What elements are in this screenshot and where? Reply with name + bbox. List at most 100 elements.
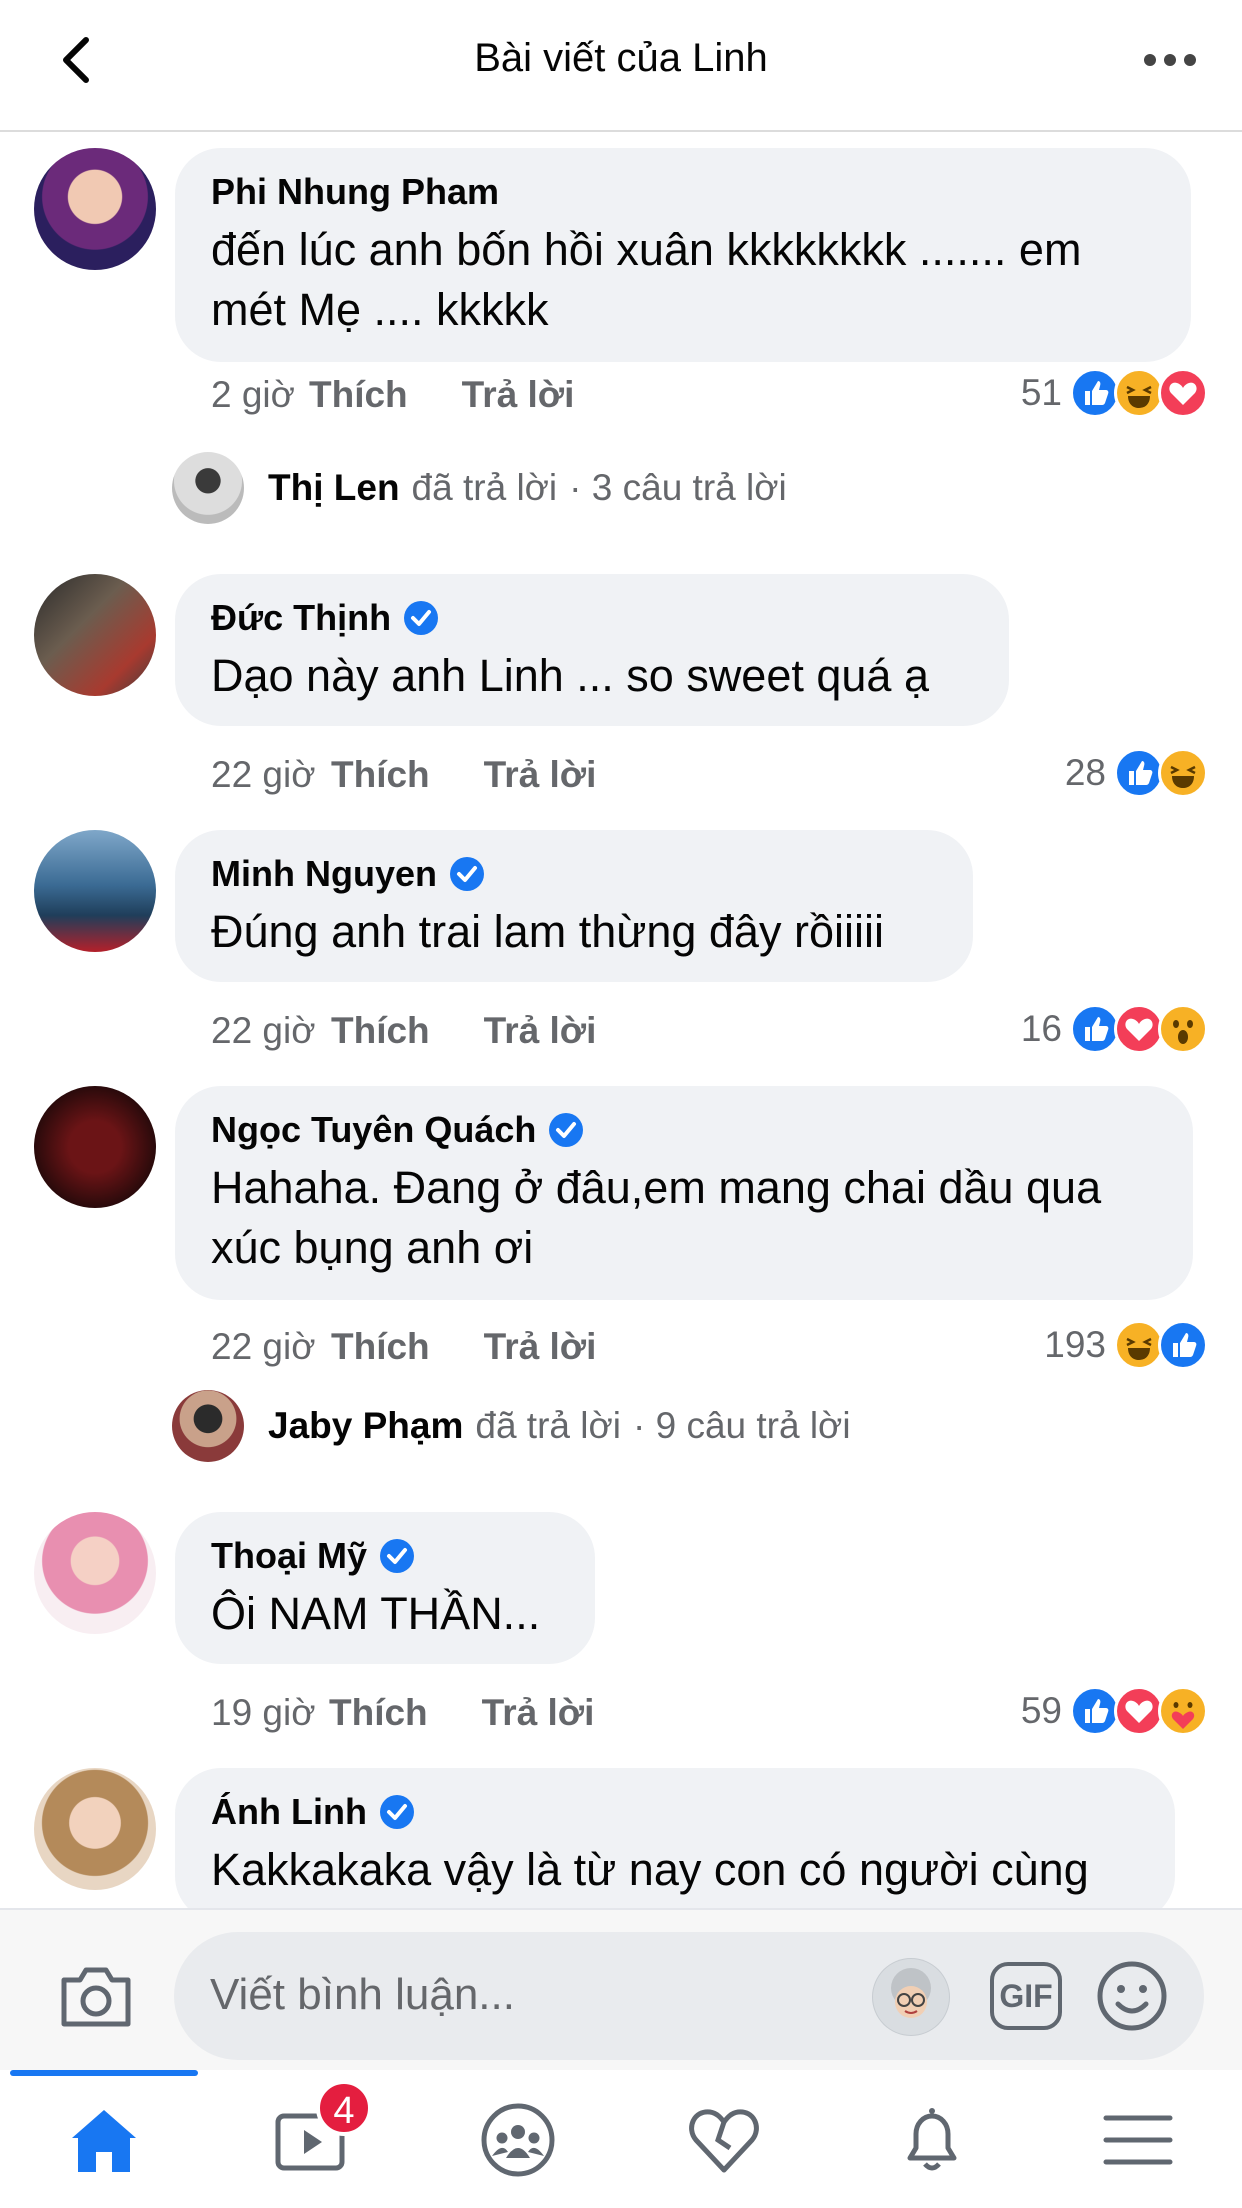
comment-author[interactable]: Thoại Mỹ — [211, 1534, 559, 1578]
like-icon — [1070, 1686, 1120, 1736]
reaction-summary[interactable]: 16 — [1021, 1004, 1208, 1054]
camera-button[interactable] — [56, 1962, 136, 2032]
comment-text: Ôi NAM THẦN... — [211, 1588, 541, 1639]
bottom-tab-bar: 4 — [0, 2070, 1242, 2208]
haha-icon — [1114, 1320, 1164, 1370]
comment-time: 2 giờ — [211, 374, 295, 415]
haha-icon — [1114, 368, 1164, 418]
comment-input-placeholder: Viết bình luận... — [210, 1970, 515, 2019]
like-icon — [1070, 368, 1120, 418]
camera-icon — [61, 1967, 131, 2027]
reply-count: · 9 câu trả lời — [632, 1405, 851, 1446]
reaction-count: 51 — [1020, 372, 1062, 413]
avatar-sticker-icon — [873, 1959, 949, 2035]
avatar[interactable] — [34, 830, 156, 952]
reply-action: đã trả lời — [411, 467, 558, 508]
comment-author[interactable]: Ánh Linh — [211, 1790, 1139, 1834]
reaction-count: 16 — [1020, 1008, 1062, 1049]
gif-button[interactable]: GIF — [990, 1962, 1062, 2030]
care-icon — [1158, 1686, 1208, 1736]
bell-icon — [907, 2108, 957, 2171]
love-icon — [1158, 368, 1208, 418]
reply-button[interactable]: Trả lời — [484, 1326, 597, 1368]
comment-text: Kakkakaka vậy là từ nay con có người cùn… — [211, 1844, 1089, 1895]
like-button[interactable]: Thích — [331, 754, 430, 796]
avatar-sticker-button[interactable] — [872, 1958, 950, 2036]
avatar[interactable] — [34, 1086, 156, 1208]
like-icon — [1158, 1320, 1208, 1370]
replies-summary[interactable]: Jaby Phạm đã trả lời · 9 câu trả lời — [172, 1390, 851, 1462]
comment-time: 22 giờ — [211, 1326, 316, 1367]
reply-button[interactable]: Trả lời — [462, 374, 575, 416]
reply-action: đã trả lời — [475, 1405, 621, 1446]
more-options-button[interactable] — [1140, 40, 1200, 80]
top-bar: Bài viết của Linh — [0, 0, 1242, 132]
verified-badge-icon — [449, 857, 484, 891]
comment-input[interactable]: Viết bình luận... GIF — [174, 1932, 1204, 2060]
comment-bubble[interactable]: Phi Nhung Pham đến lúc anh bốn hồi xuân … — [175, 148, 1191, 362]
comment-text: Hahaha. Đang ở đâu,em mang chai dầu qua … — [211, 1162, 1102, 1273]
page-title: Bài viết của Linh — [474, 36, 768, 80]
reply-author: Thị Len — [268, 467, 400, 508]
tab-groups[interactable] — [478, 2100, 558, 2180]
comment-text: Dạo này anh Linh ... so sweet quá ạ — [211, 650, 929, 701]
comment-time: 19 giờ — [211, 1692, 316, 1733]
reply-button[interactable]: Trả lời — [484, 1010, 597, 1052]
reply-button[interactable]: Trả lời — [482, 1692, 595, 1734]
comment-meta: 2 giờ Thích Trả lời — [211, 374, 574, 416]
replies-summary[interactable]: Thị Len đã trả lời · 3 câu trả lời — [172, 452, 787, 524]
comment-meta: 22 giờ Thích Trả lời — [211, 1326, 596, 1368]
tab-home[interactable] — [64, 2100, 144, 2180]
reaction-count: 193 — [1044, 1324, 1106, 1365]
more-dots-icon — [1144, 54, 1196, 66]
reaction-summary[interactable]: 51 — [1021, 368, 1208, 418]
reaction-summary[interactable]: 59 — [1021, 1686, 1208, 1736]
verified-badge-icon — [380, 1539, 415, 1573]
love-icon — [1114, 1004, 1164, 1054]
avatar[interactable] — [34, 1512, 156, 1634]
comment-author[interactable]: Phi Nhung Pham — [211, 170, 1155, 214]
reaction-summary[interactable]: 28 — [1065, 748, 1208, 798]
comment-bubble[interactable]: Đức Thịnh Dạo này anh Linh ... so sweet … — [175, 574, 1009, 726]
comment-author[interactable]: Đức Thịnh — [211, 596, 973, 640]
comment-time: 22 giờ — [211, 754, 316, 795]
comment-text: đến lúc anh bốn hồi xuân kkkkkkkk ......… — [211, 224, 1082, 335]
comment-author[interactable]: Ngọc Tuyên Quách — [211, 1108, 1157, 1152]
smiley-icon — [1097, 1961, 1167, 2031]
avatar[interactable] — [34, 148, 156, 270]
like-button[interactable]: Thích — [331, 1326, 430, 1368]
reply-avatar — [172, 1390, 244, 1462]
reply-author: Jaby Phạm — [268, 1405, 464, 1446]
comment-composer: Viết bình luận... GIF — [0, 1908, 1242, 2070]
avatar[interactable] — [34, 1768, 156, 1890]
comment-bubble[interactable]: Ngọc Tuyên Quách Hahaha. Đang ở đâu,em m… — [175, 1086, 1193, 1300]
wow-icon — [1158, 1004, 1208, 1054]
reaction-summary[interactable]: 193 — [1044, 1320, 1208, 1370]
like-button[interactable]: Thích — [309, 374, 408, 416]
love-icon — [1114, 1686, 1164, 1736]
reply-button[interactable]: Trả lời — [484, 754, 597, 796]
verified-badge-icon — [549, 1113, 584, 1147]
reaction-count: 28 — [1064, 752, 1106, 793]
hamburger-menu-icon — [1103, 2115, 1173, 2165]
like-button[interactable]: Thích — [331, 1010, 430, 1052]
reply-avatar — [172, 452, 244, 524]
comment-author[interactable]: Minh Nguyen — [211, 852, 937, 896]
comment-bubble[interactable]: Minh Nguyen Đúng anh trai lam thừng đây … — [175, 830, 973, 982]
like-button[interactable]: Thích — [329, 1692, 428, 1734]
groups-icon — [481, 2103, 555, 2177]
tab-dating[interactable] — [684, 2100, 764, 2180]
reaction-count: 59 — [1020, 1690, 1062, 1731]
heart-icon — [689, 2109, 759, 2173]
comment-meta: 22 giờ Thích Trả lời — [211, 754, 596, 796]
tab-menu[interactable] — [1098, 2100, 1178, 2180]
home-icon — [72, 2110, 136, 2172]
like-icon — [1070, 1004, 1120, 1054]
like-icon — [1114, 748, 1164, 798]
comment-meta: 22 giờ Thích Trả lời — [211, 1010, 596, 1052]
emoji-button[interactable] — [1096, 1960, 1168, 2032]
avatar[interactable] — [34, 574, 156, 696]
comment-bubble[interactable]: Ánh Linh Kakkakaka vậy là từ nay con có … — [175, 1768, 1175, 1908]
tab-notifications[interactable] — [892, 2100, 972, 2180]
comment-bubble[interactable]: Thoại Mỹ Ôi NAM THẦN... — [175, 1512, 595, 1664]
